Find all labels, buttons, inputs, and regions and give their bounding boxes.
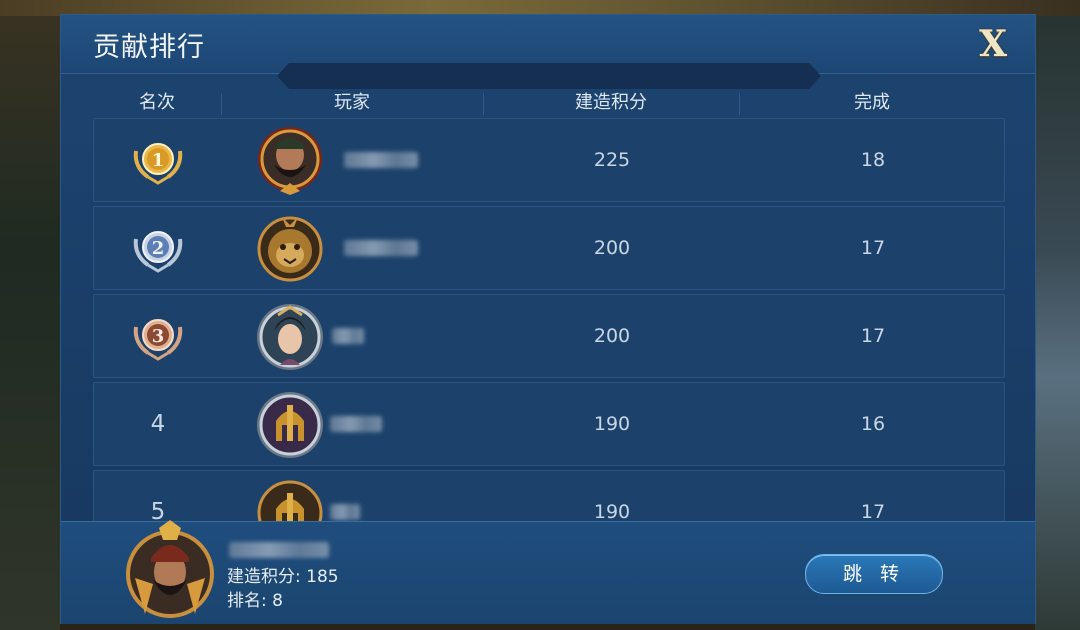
my-ranking-bar: 建造积分: 185 排名: 8 跳 转 [61,520,1035,624]
gold-medal-icon: 1 [133,143,183,185]
table-header: 名次 玩家 建造积分 完成 [61,85,1035,121]
table-row[interactable]: 5 190 17 [93,470,1005,521]
completed-cell: 16 [860,413,886,435]
completed-cell: 17 [860,237,886,259]
rank-number: 3 [152,326,165,347]
player-name-blurred [344,240,418,256]
dialog-title: 贡献排行 [93,32,205,63]
background-right [1035,0,1080,630]
table-row[interactable]: 4 190 16 [93,382,1005,466]
table-row[interactable]: 3 200 17 [93,294,1005,378]
score-cell: 200 [593,325,631,347]
column-completed: 完成 [854,92,890,113]
ranking-dialog: 贡献排行 X 名次 玩家 建造积分 完成 1 225 18 2 200 17 3… [60,14,1036,624]
background-left [0,0,60,630]
score-cell: 190 [593,501,631,521]
bronze-medal-icon: 3 [133,319,183,361]
score-cell: 200 [593,237,631,259]
rank-number: 5 [150,499,166,521]
tiger-avatar-icon [257,216,323,282]
completed-cell: 17 [860,325,886,347]
general-avatar-icon [126,520,214,618]
score-cell: 225 [593,149,631,171]
rank-number: 4 [150,411,166,437]
my-score: 建造积分: 185 [227,567,339,587]
player-name-blurred [330,504,360,520]
my-rank: 排名: 8 [227,591,283,611]
close-button[interactable]: X [979,23,1007,65]
bearded-warrior-avatar-icon [258,127,322,195]
player-name-blurred [332,328,364,344]
ranking-list[interactable]: 1 225 18 2 200 17 3 200 17 4 190 16 5 19… [93,118,1005,521]
helmet-avatar-icon [257,392,323,458]
rank-number: 2 [152,238,165,259]
jump-button[interactable]: 跳 转 [805,554,943,594]
player-name-blurred [344,152,418,168]
lady-avatar-icon [257,304,323,370]
completed-cell: 17 [860,501,886,521]
rank-number: 1 [152,150,165,171]
table-row[interactable]: 2 200 17 [93,206,1005,290]
player-name-blurred [330,416,382,432]
completed-cell: 18 [860,149,886,171]
column-score: 建造积分 [575,92,647,113]
score-cell: 190 [593,413,631,435]
silver-medal-icon: 2 [133,231,183,273]
table-row[interactable]: 1 225 18 [93,118,1005,202]
helmet-avatar-icon [257,480,323,521]
column-player: 玩家 [334,92,370,113]
my-name-blurred [229,542,329,558]
column-rank: 名次 [139,92,175,113]
